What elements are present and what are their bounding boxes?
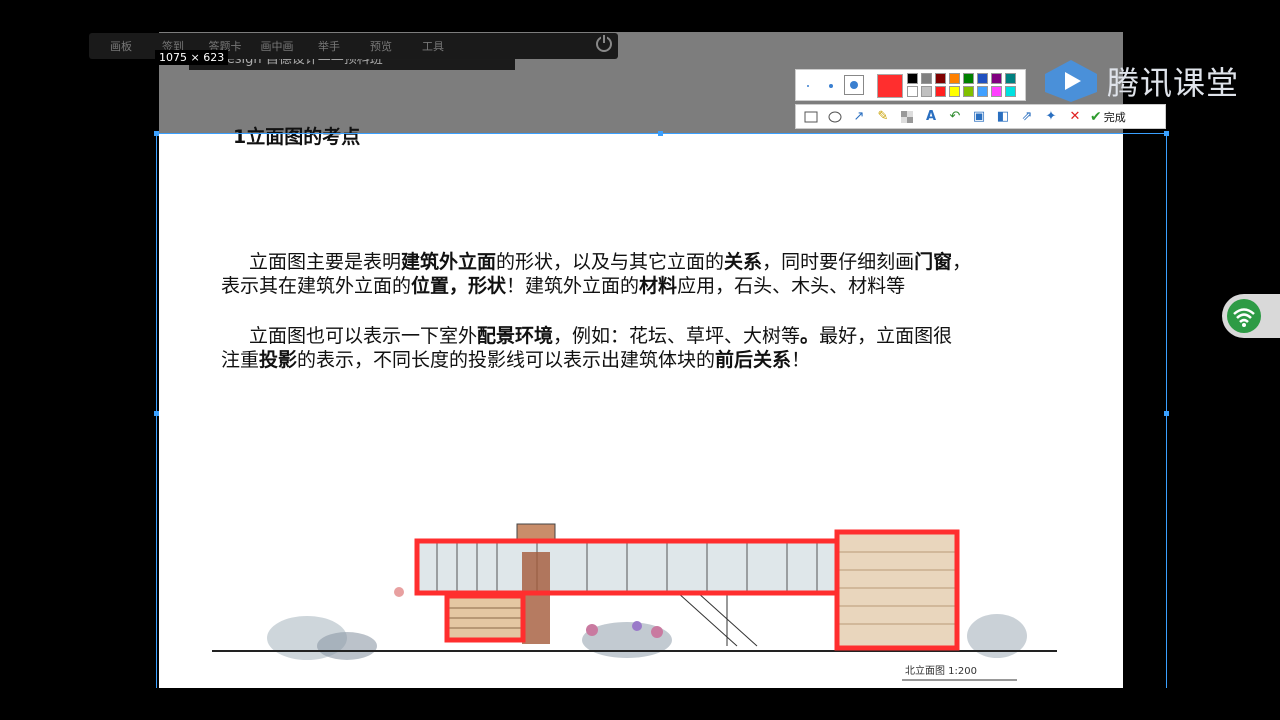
pen-size-small[interactable] (807, 85, 809, 87)
undo-icon[interactable]: ↶ (946, 108, 964, 126)
arrow-icon[interactable]: ↗ (850, 108, 868, 126)
logo-icon (1045, 60, 1097, 102)
text: 立面图主要是表明 (249, 251, 402, 273)
text: ，例如：花坛、草坪、大树等 (553, 325, 801, 347)
pin-icon[interactable]: ◧ (994, 108, 1012, 126)
share-icon[interactable]: ⇗ (1018, 108, 1036, 126)
bold-text: 投影 (259, 349, 298, 371)
pen-icon[interactable]: ✎ (874, 108, 892, 126)
elevation-sketch: 北立面图 1:200 (212, 523, 1057, 681)
resize-handle[interactable] (658, 131, 663, 136)
text: ！建筑外立面的 (506, 275, 640, 297)
text: 注重 (221, 349, 260, 371)
sketch-caption: 北立面图 1:200 (905, 664, 977, 677)
pen-size-medium[interactable] (829, 84, 833, 88)
resize-handle[interactable] (154, 411, 159, 416)
color-swatch[interactable] (935, 86, 946, 97)
done-button[interactable]: ✔ 完成 (1090, 109, 1126, 125)
color-swatch[interactable] (963, 86, 974, 97)
text: 的表示，不同长度的投影线可以表示出建筑体块的 (297, 349, 716, 371)
bold-text: 前后关系 (715, 349, 792, 371)
color-swatch[interactable] (949, 86, 960, 97)
current-color[interactable] (877, 74, 903, 98)
color-swatch[interactable] (991, 86, 1002, 97)
text: 的形状，以及与其它立面的 (496, 251, 725, 273)
pen-size-large[interactable] (844, 75, 864, 95)
toolbar-item-tools[interactable]: 工具 (407, 38, 459, 54)
text: 立面图也可以表示一下室外 (249, 325, 478, 347)
color-swatch[interactable] (907, 86, 918, 97)
bold-text: 。 (800, 325, 820, 347)
wifi-icon (1227, 299, 1261, 333)
bookmark-icon[interactable]: ✦ (1042, 108, 1060, 126)
annotation-toolbar: ↗ ✎ A ↶ ▣ ◧ ⇗ ✦ ✕ ✔ 完成 (795, 104, 1166, 129)
resize-handle[interactable] (1164, 131, 1169, 136)
bold-text: 建筑外立面 (401, 251, 497, 273)
color-swatch[interactable] (921, 73, 932, 84)
color-swatch[interactable] (1005, 73, 1016, 84)
bold-text: 门窗 (914, 251, 953, 273)
text: ，同时要仔细刻画 (762, 251, 915, 273)
pen-style-panel (795, 69, 1026, 101)
power-icon[interactable] (596, 35, 612, 52)
paragraph-1: 立面图主要是表明建筑外立面的形状，以及与其它立面的关系，同时要仔细刻画门窗， 表… (221, 250, 1101, 298)
color-swatch[interactable] (963, 73, 974, 84)
color-swatch[interactable] (977, 73, 988, 84)
mosaic-icon[interactable] (898, 108, 916, 126)
color-swatch[interactable] (921, 86, 932, 97)
text: 应用，石头、木头、材料等 (677, 275, 906, 297)
rectangle-icon[interactable] (802, 108, 820, 126)
slide-heading: 1立面图的考点 (233, 126, 361, 148)
capture-size-label: 1075 × 623 (155, 50, 229, 65)
tencent-classroom-logo: 腾讯课堂 (1043, 58, 1239, 104)
done-label: 完成 (1103, 110, 1126, 124)
paragraph-2: 立面图也可以表示一下室外配景环境，例如：花坛、草坪、大树等。最好，立面图很 注重… (221, 324, 1101, 372)
color-swatch[interactable] (1005, 86, 1016, 97)
network-status-widget[interactable] (1222, 294, 1280, 338)
toolbar-item-pip[interactable]: 画中画 (251, 38, 303, 54)
save-icon[interactable]: ▣ (970, 108, 988, 126)
ellipse-icon[interactable] (826, 108, 844, 126)
cancel-icon[interactable]: ✕ (1066, 108, 1084, 126)
bold-text: 关系 (724, 251, 763, 273)
resize-handle[interactable] (154, 131, 159, 136)
bold-text: 配景环境 (477, 325, 554, 347)
bold-text: 材料 (639, 275, 678, 297)
text: ！ (791, 349, 811, 371)
shared-slide: er design 自德设计——预科班 1立面图的考点 立面图主要是表明建筑外立… (159, 32, 1123, 688)
check-icon: ✔ (1090, 108, 1102, 125)
resize-handle[interactable] (1164, 411, 1169, 416)
text: ， (952, 251, 972, 273)
text-icon[interactable]: A (922, 108, 940, 126)
color-swatch[interactable] (935, 73, 946, 84)
bold-text: 位置，形状 (411, 275, 507, 297)
color-swatch[interactable] (907, 73, 918, 84)
text: 表示其在建筑外立面的 (221, 275, 412, 297)
toolbar-item-raise-hand[interactable]: 举手 (303, 38, 355, 54)
color-swatch[interactable] (991, 73, 1002, 84)
toolbar-item-preview[interactable]: 预览 (355, 38, 407, 54)
text: 最好，立面图很 (819, 325, 953, 347)
color-swatch[interactable] (949, 73, 960, 84)
toolbar-item-whiteboard[interactable]: 画板 (95, 38, 147, 54)
color-swatch[interactable] (977, 86, 988, 97)
logo-text: 腾讯课堂 (1107, 64, 1240, 102)
